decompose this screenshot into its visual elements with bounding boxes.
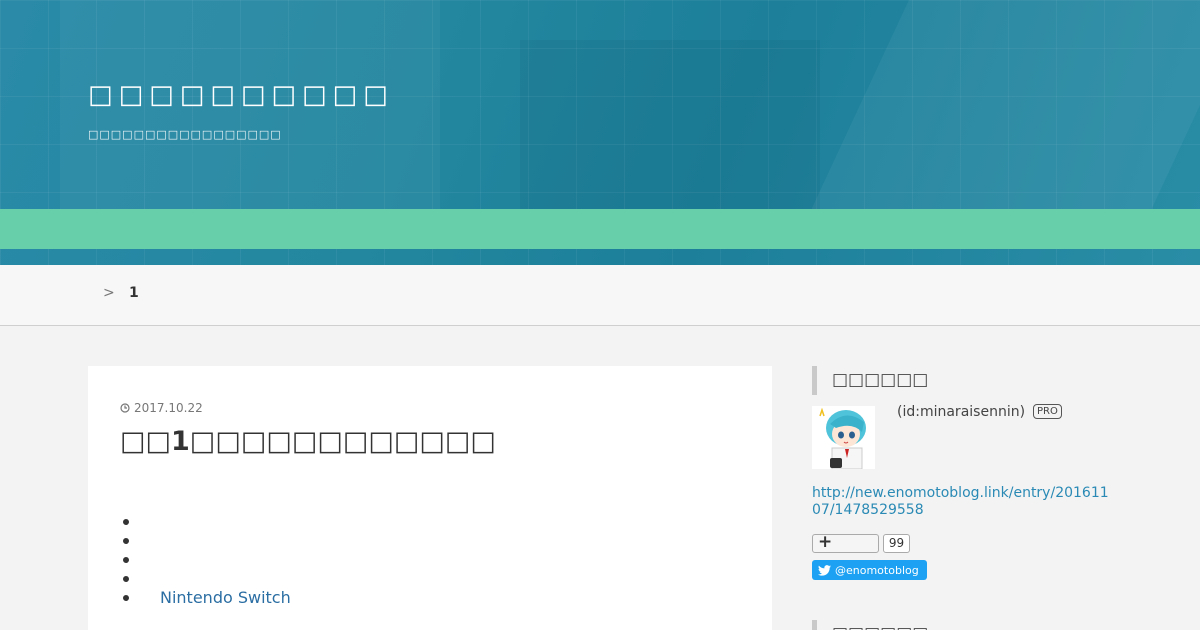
toc-item <box>123 531 291 550</box>
blog-description: □□□□□□□□□□□□□□□□□ <box>88 128 282 141</box>
pro-badge: PRO <box>1033 404 1062 419</box>
twitter-bird-icon <box>818 564 831 576</box>
article-date-text[interactable]: 2017.10.22 <box>134 401 203 415</box>
twitter-handle: @enomotoblog <box>835 563 919 577</box>
avatar[interactable] <box>812 406 875 469</box>
article-card: 2017.10.22 □□1□□□□□□□□□□□□ Nintendo Swit… <box>88 366 772 630</box>
clock-icon <box>120 403 130 413</box>
user-id[interactable]: (id:minaraisennin) <box>897 404 1025 420</box>
toc-link-nintendo-switch[interactable]: Nintendo Switch <box>140 588 291 607</box>
toc-item: Nintendo Switch <box>123 588 291 607</box>
plus-icon: + <box>818 532 833 552</box>
breadcrumb: > 1 <box>0 265 1200 326</box>
sidebar-second-heading: □□□□□□ <box>812 620 1112 630</box>
hatena-bookmark-button[interactable]: + <box>812 532 879 553</box>
toc-item <box>123 550 291 569</box>
bookmark-count[interactable]: 99 <box>883 534 910 553</box>
breadcrumb-separator: > <box>103 285 115 301</box>
sidebar-profile-heading: □□□□□□ <box>812 366 1112 395</box>
table-of-contents: Nintendo Switch <box>123 512 291 607</box>
global-nav-bar <box>0 209 1200 249</box>
article-date: 2017.10.22 <box>120 401 203 415</box>
blog-title[interactable]: □□□□□□□□□□ <box>88 80 394 110</box>
toc-item <box>123 569 291 588</box>
article-title[interactable]: □□1□□□□□□□□□□□□ <box>120 426 496 457</box>
avatar-image <box>812 406 875 469</box>
twitter-follow-button[interactable]: @enomotoblog <box>812 560 927 580</box>
blog-header: □□□□□□□□□□ □□□□□□□□□□□□□□□□□ <box>0 0 1200 265</box>
breadcrumb-current: 1 <box>129 285 139 301</box>
toc-item <box>123 512 291 531</box>
profile-link[interactable]: http://new.enomotoblog.link/entry/201611… <box>812 485 1112 519</box>
